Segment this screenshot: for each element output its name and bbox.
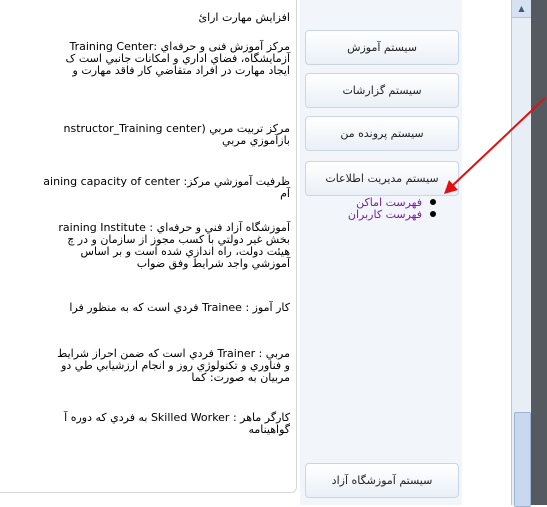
paragraph-line: کارگر ماهر : Skilled Worker به فردي که د… [64, 411, 290, 424]
paragraph-line: مربیان به صورت: کما [191, 371, 290, 384]
paragraph-institute: آموزشگاه آزاد فني و حرفه‌اي : raining In… [0, 222, 290, 270]
paragraph-line: آموزشي واجد شرایط وفق ضواب [136, 257, 290, 270]
content-panel: افزایش مهارت ارائ مرکز آموزش فنی و حرفه‌… [0, 0, 297, 493]
paragraph-line: کار آموز : Trainee فردي است که به منظور … [69, 301, 290, 314]
paragraph-training-center: مرکز آموزش فنی و حرفه‌اي :Training Cente… [0, 41, 290, 77]
menu-reports-system-button[interactable]: سیستم گزارشات [305, 73, 459, 108]
menu-info-management-button[interactable]: سیستم مدیریت اطلاعات [305, 161, 459, 196]
paragraph-line: ایجاد مهارت در افراد متقاضي کار فاقد مها… [72, 64, 290, 77]
window-edge [531, 0, 547, 505]
menu-my-files-system-button[interactable]: سیستم پرونده من [305, 116, 459, 151]
paragraph-trainer: مربي : Trainer فردي است که ضمن احراز شرا… [0, 348, 290, 384]
scroll-thumb[interactable] [514, 412, 531, 507]
submenu-item-label: فهرست اماکن [356, 196, 422, 209]
scroll-up-icon[interactable]: ▲ [512, 0, 531, 18]
paragraph-capacity: ظرفیت آموزشي مرکز: aining capacity of ce… [0, 176, 290, 200]
menu-training-system-button[interactable]: سیستم آموزش [305, 30, 459, 65]
paragraph-skilled-worker: کارگر ماهر : Skilled Worker به فردي که د… [0, 412, 290, 436]
paragraph-intro: افزایش مهارت ارائ [0, 12, 290, 24]
submenu-item-label: فهرست کاربران [347, 208, 422, 221]
paragraph-trainee: کار آموز : Trainee فردي است که به منظور … [0, 302, 290, 314]
bullet-icon [430, 211, 436, 217]
paragraph-line: بازآموزي مربي [222, 134, 290, 147]
bullet-icon [430, 199, 436, 205]
side-menu: سیستم آموزش سیستم گزارشات سیستم پرونده م… [300, 0, 462, 505]
paragraph-line: آم [280, 187, 290, 200]
vertical-scrollbar[interactable]: ▲ [511, 0, 531, 507]
paragraph-instructor-center: مرکز تربیت مربي (nstructor_Training cent… [0, 123, 290, 147]
paragraph-line: گواهینامه [248, 423, 290, 436]
submenu-item-users[interactable]: فهرست کاربران [300, 209, 436, 221]
menu-free-institute-system-button[interactable]: سیستم آموزشگاه آزاد [305, 463, 459, 498]
paragraph-line: ظرفیت آموزشي مرکز: aining capacity of ce… [43, 175, 290, 188]
page-gap [462, 0, 510, 505]
paragraph-line: افزایش مهارت ارائ [198, 11, 290, 24]
